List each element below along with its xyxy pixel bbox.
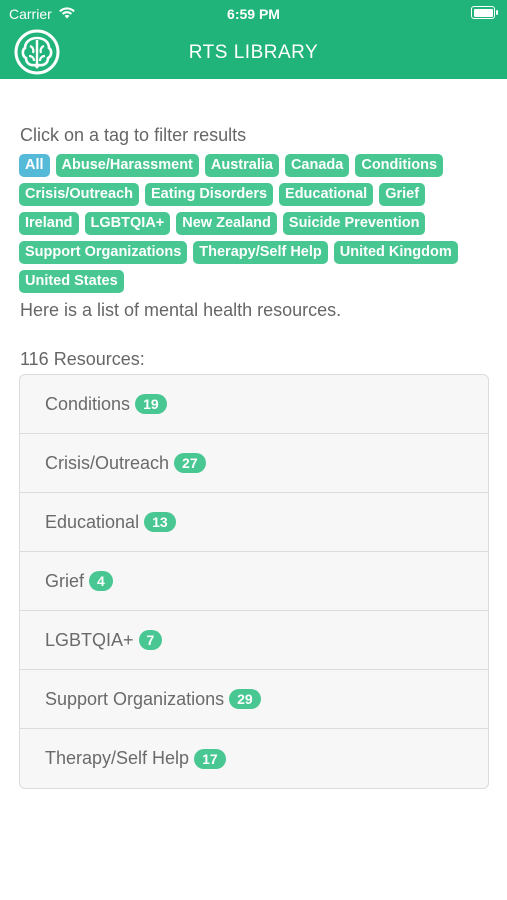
category-row-lgbtqia[interactable]: LGBTQIA+ 7 <box>20 611 488 670</box>
tag-united-kingdom[interactable]: United Kingdom <box>333 241 458 264</box>
tag-new-zealand[interactable]: New Zealand <box>176 212 277 235</box>
category-label: LGBTQIA+ <box>45 629 134 650</box>
category-label: Support Organizations <box>45 688 225 709</box>
tag-therapy-self-help[interactable]: Therapy/Self Help <box>193 241 328 264</box>
tag-grief[interactable]: Grief <box>379 183 426 206</box>
category-label: Therapy/Self Help <box>45 748 190 768</box>
category-row-grief[interactable]: Grief 4 <box>20 552 488 611</box>
filter-prompt: Click on a tag to filter results <box>20 125 247 145</box>
count-badge: 27 <box>174 453 206 473</box>
count-badge: 19 <box>135 394 167 414</box>
category-row-crisis-outreach[interactable]: Crisis/Outreach 27 <box>20 434 488 493</box>
tag-filter-list: All Abuse/Harassment Australia Canada Co… <box>19 154 489 293</box>
tag-abuse-harassment[interactable]: Abuse/Harassment <box>55 154 199 177</box>
page-title: RTS LIBRARY <box>188 42 319 63</box>
category-row-conditions[interactable]: Conditions 19 <box>20 375 488 434</box>
count-badge: 4 <box>89 571 113 591</box>
tag-eating-disorders[interactable]: Eating Disorders <box>145 183 274 206</box>
tag-australia[interactable]: Australia <box>204 154 279 177</box>
category-label: Grief <box>45 570 85 591</box>
tag-conditions[interactable]: Conditions <box>355 154 444 177</box>
tag-suicide-prevention[interactable]: Suicide Prevention <box>282 212 426 235</box>
category-list: Conditions 19 Crisis/Outreach 27 Educati… <box>19 374 489 789</box>
tag-support-organizations[interactable]: Support Organizations <box>19 241 188 264</box>
battery-icon <box>471 6 498 19</box>
tag-canada[interactable]: Canada <box>284 154 350 177</box>
count-badge: 17 <box>194 748 226 769</box>
status-time: 6:59 PM <box>227 6 280 22</box>
count-badge: 7 <box>138 630 163 650</box>
category-label: Crisis/Outreach <box>45 452 170 473</box>
tag-lgbtqia[interactable]: LGBTQIA+ <box>84 212 171 235</box>
category-row-educational[interactable]: Educational 13 <box>20 493 488 552</box>
intro-text: Here is a list of mental health resource… <box>20 300 342 320</box>
category-row-support-organizations[interactable]: Support Organizations 29 <box>20 670 488 729</box>
tag-united-states[interactable]: United States <box>19 270 124 293</box>
nav-bar: RTS LIBRARY <box>0 28 507 79</box>
tag-educational[interactable]: Educational <box>279 183 374 206</box>
count-badge: 29 <box>229 689 261 709</box>
count-badge: 13 <box>144 512 176 532</box>
tag-all[interactable]: All <box>19 154 50 177</box>
resource-count: 116 Resources: <box>20 349 145 369</box>
status-bar: Carrier 6:59 PM <box>0 0 507 28</box>
category-label: Conditions <box>45 393 131 414</box>
tag-crisis-outreach[interactable]: Crisis/Outreach <box>19 183 139 206</box>
category-row-therapy-self-help[interactable]: Therapy/Self Help 17 <box>20 729 488 788</box>
tag-ireland[interactable]: Ireland <box>19 212 79 235</box>
category-label: Educational <box>45 511 140 532</box>
